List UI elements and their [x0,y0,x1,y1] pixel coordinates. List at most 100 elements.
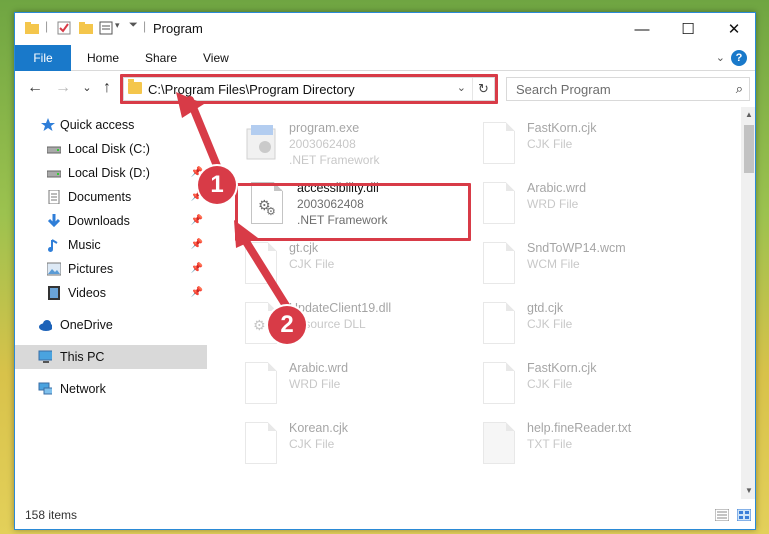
collapse-ribbon-icon[interactable]: ⌄ [716,51,725,64]
file-item[interactable]: Arabic.wrd WRD File [219,359,449,417]
file-icon [245,422,277,464]
sidebar-item-label: Music [68,238,101,252]
drive-icon [47,170,61,178]
file-name: FastKorn.cjk [527,121,597,135]
star-icon [41,118,55,131]
drive-icon [47,146,61,154]
search-icon[interactable]: ⌕ [736,81,743,97]
file-item[interactable]: SndToWP14.wcm WCM File [457,239,687,297]
file-icon [483,302,515,344]
tab-file[interactable]: File [15,45,71,71]
file-item[interactable]: Korean.cjk CJK File [219,419,449,477]
sidebar-item-label: Quick access [60,118,135,132]
window-title: Program [153,21,203,36]
search-input[interactable]: Search Program ⌕ [506,77,750,101]
close-button[interactable]: ✕ [711,13,755,45]
new-folder-icon[interactable] [79,21,93,35]
sidebar-item-downloads[interactable]: Downloads 📌 [15,209,207,233]
scroll-up-arrow-icon[interactable]: ▲ [741,107,755,123]
file-item[interactable]: FastKorn.cjk CJK File [457,119,687,177]
large-icons-view-icon[interactable] [737,509,751,521]
callout-step-1: 1 [198,166,236,204]
pc-icon [38,350,52,363]
sidebar-item-quick-access[interactable]: Quick access [15,113,207,137]
navigation-pane: Quick access Local Disk (C:) Local Disk … [15,107,209,499]
file-highlight-box [235,183,471,241]
file-item[interactable]: program.exe 2003062408 .NET Framework [219,119,449,177]
sidebar-item-label: This PC [60,350,105,364]
scroll-down-arrow-icon[interactable]: ▼ [741,483,755,499]
music-icon [48,239,58,252]
help-button[interactable]: ? [731,50,747,66]
file-name: Arabic.wrd [527,181,587,195]
forward-button[interactable]: → [53,79,73,97]
file-type: CJK File [527,317,573,331]
vertical-scrollbar[interactable]: ▲ ▼ [741,107,755,499]
file-icon [483,362,515,404]
file-icon [483,182,515,224]
details-view-icon[interactable] [715,509,729,521]
up-button[interactable]: ↑ [97,79,117,97]
sidebar-item-this-pc[interactable]: This PC [15,345,207,369]
close-icon: ✕ [727,21,741,38]
sidebar-item-music[interactable]: Music 📌 [15,233,207,257]
sidebar-item-label: Videos [68,286,106,300]
sidebar-item-documents[interactable]: Documents 📌 [15,185,207,209]
download-icon [47,214,61,228]
file-type: WRD File [527,197,579,211]
pin-icon[interactable]: 📌 [191,281,203,305]
address-highlight-box [120,74,498,104]
network-icon [38,382,52,395]
maximize-button[interactable]: ☐ [665,13,711,45]
properties-icon[interactable] [57,21,71,35]
back-button[interactable]: ← [25,79,45,97]
file-item[interactable]: gtd.cjk CJK File [457,299,687,357]
sidebar-item-label: Pictures [68,262,114,276]
sidebar-item-local-disk-d[interactable]: Local Disk (D:) 📌 [15,161,207,185]
text-file-icon [483,422,515,464]
title-bar: | ▾ ⏷ | Program — ☐ ✕ [15,13,755,45]
documents-icon [48,190,60,204]
sidebar-item-onedrive[interactable]: OneDrive [15,313,207,337]
file-type: WCM File [527,257,580,271]
customize-dropdown-icon[interactable]: ▾ [115,20,120,31]
search-placeholder: Search Program [516,82,611,97]
file-icon [245,362,277,404]
pin-icon[interactable]: 📌 [191,233,203,257]
file-item[interactable]: Arabic.wrd WRD File [457,179,687,237]
tab-home[interactable]: Home [75,45,131,71]
sidebar-item-local-disk-c[interactable]: Local Disk (C:) [15,137,207,161]
file-item[interactable]: ⚙ UpdateClient19.dll Resource DLL [219,299,449,357]
file-name: program.exe [289,121,360,135]
file-icon [483,122,515,164]
sidebar-item-pictures[interactable]: Pictures 📌 [15,257,207,281]
file-version: 2003062408 [289,137,356,151]
tab-view[interactable]: View [191,45,241,71]
sidebar-item-network[interactable]: Network [15,377,207,401]
file-name: gt.cjk [289,241,319,255]
file-item[interactable]: gt.cjk CJK File [219,239,449,297]
file-name: Korean.cjk [289,421,349,435]
file-item[interactable]: FastKorn.cjk CJK File [457,359,687,417]
pin-icon[interactable]: 📌 [191,209,203,233]
separator: | [143,19,147,33]
cloud-icon [39,320,52,331]
pin-icon[interactable]: 📌 [191,257,203,281]
recent-locations-button[interactable]: ⌄ [77,81,97,94]
ribbon-tabs: File Home Share View ⌄ ? [15,45,755,71]
maximize-icon: ☐ [681,21,695,38]
sidebar-item-label: Local Disk (C:) [68,142,150,156]
file-name: SndToWP14.wcm [527,241,626,255]
sidebar-item-videos[interactable]: Videos 📌 [15,281,207,305]
customize-toolbar-icon[interactable]: ⏷ [129,19,138,32]
explorer-window: | ▾ ⏷ | Program — ☐ ✕ File Home Share Vi… [14,12,756,530]
tab-share[interactable]: Share [133,45,189,71]
scrollbar-thumb[interactable] [744,125,754,173]
file-name: UpdateClient19.dll [289,301,392,315]
sidebar-item-label: Local Disk (D:) [68,166,150,180]
file-item[interactable]: help.fineReader.txt TXT File [457,419,687,477]
minimize-button[interactable]: — [619,13,665,45]
sidebar-item-label: Network [60,382,106,396]
view-toggle-icon[interactable] [99,21,113,35]
file-description: .NET Framework [289,153,380,167]
